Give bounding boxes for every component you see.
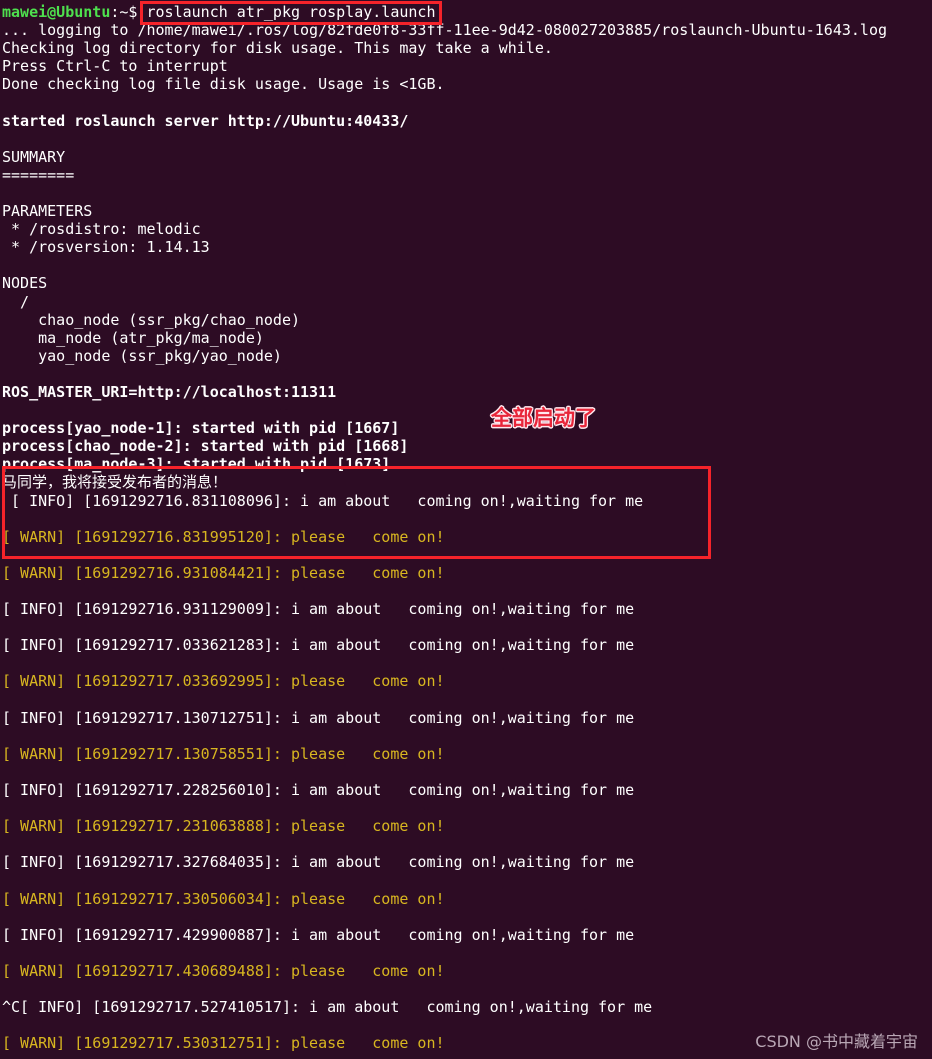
terminal-line-node-chao: chao_node (ssr_pkg/chao_node) xyxy=(2,310,301,329)
terminal-line-warn-7: [ WARN] [1691292717.430689488]: please c… xyxy=(2,961,445,980)
terminal-line-checking-log: Checking log directory for disk usage. T… xyxy=(2,39,553,58)
prompt-spacer xyxy=(137,3,146,21)
terminal-line-param-distro: * /rosdistro: melodic xyxy=(2,220,201,239)
terminal-line-info-6: [ INFO] [1691292717.327684035]: i am abo… xyxy=(2,853,635,872)
terminal-line-warn-4: [ WARN] [1691292717.130758551]: please c… xyxy=(2,744,445,763)
terminal-line-summary-rule: ======== xyxy=(2,165,75,184)
terminal-line-blank-6 xyxy=(0,401,932,419)
terminal-line-warn-5: [ WARN] [1691292717.231063888]: please c… xyxy=(2,817,445,836)
terminal-line-blank-4 xyxy=(0,256,932,274)
terminal-line-ros-master: ROS_MASTER_URI=http://localhost:11311 xyxy=(2,382,337,401)
terminal-line-cn-subscriber: 马同学，我将接受发布者的消息！ xyxy=(2,473,228,492)
terminal-line-blank-18 xyxy=(0,908,932,926)
terminal-line-info-2: [ INFO] [1691292716.931129009]: i am abo… xyxy=(2,600,635,619)
terminal-line-proc-ma: process[ma_node-3]: started with pid [16… xyxy=(2,455,391,474)
terminal-line-blank-14 xyxy=(0,763,932,781)
terminal-line-node-yao: yao_node (ssr_pkg/yao_node) xyxy=(2,346,282,365)
terminal-output: mawei@Ubuntu:~$ roslaunch atr_pkg rospla… xyxy=(0,0,932,1052)
terminal-line-info-8: ^C[ INFO] [1691292717.527410517]: i am a… xyxy=(2,998,653,1017)
terminal-line-press-ctrl-c: Press Ctrl-C to interrupt xyxy=(2,57,228,76)
terminal-line-blank-1 xyxy=(0,93,932,111)
terminal-line-blank-5 xyxy=(0,365,932,383)
csdn-watermark: CSDN @书中藏着宇宙 xyxy=(755,1031,918,1051)
terminal-line-blank-10 xyxy=(0,618,932,636)
terminal-window[interactable]: mawei@Ubuntu:~$ roslaunch atr_pkg rospla… xyxy=(0,0,932,1059)
terminal-line-done-checking: Done checking log file disk usage. Usage… xyxy=(2,75,445,94)
terminal-line-blank-19 xyxy=(0,944,932,962)
terminal-line-blank-8 xyxy=(0,546,932,564)
terminal-line-log-to: ... logging to /home/mawei/.ros/log/82fd… xyxy=(2,21,888,40)
terminal-line-warn-2: [ WARN] [1691292716.931084421]: please c… xyxy=(2,563,445,582)
terminal-line-blank-15 xyxy=(0,799,932,817)
terminal-line-summary: SUMMARY xyxy=(2,147,66,166)
terminal-line-param-version: * /rosversion: 1.14.13 xyxy=(2,238,210,257)
terminal-line-node-ma: ma_node (atr_pkg/ma_node) xyxy=(2,328,264,347)
terminal-line-proc-yao: process[yao_node-1]: started with pid [1… xyxy=(2,419,400,438)
terminal-line-blank-20 xyxy=(0,980,932,998)
terminal-line-started-server: started roslaunch server http://Ubuntu:4… xyxy=(2,111,409,130)
terminal-line-blank-2 xyxy=(0,130,932,148)
terminal-line-blank-17 xyxy=(0,872,932,890)
terminal-line-info-1: [ INFO] [1691292716.831108096]: i am abo… xyxy=(2,491,644,510)
terminal-line-blank-16 xyxy=(0,835,932,853)
terminal-line-blank-13 xyxy=(0,727,932,745)
prompt-path-sign: :~$ xyxy=(110,3,138,21)
terminal-line-proc-chao: process[chao_node-2]: started with pid [… xyxy=(2,437,409,456)
log-lines-container: ... logging to /home/mawei/.ros/log/82fd… xyxy=(0,21,932,1052)
terminal-line-info-7: [ INFO] [1691292717.429900887]: i am abo… xyxy=(2,925,635,944)
terminal-line-blank-7 xyxy=(0,510,932,528)
prompt-user-host: mawei@Ubuntu xyxy=(2,3,111,21)
terminal-line-warn-1: [ WARN] [1691292716.831995120]: please c… xyxy=(2,527,445,546)
terminal-line-blank-11 xyxy=(0,654,932,672)
terminal-line-blank-3 xyxy=(0,184,932,202)
terminal-line-warn-6: [ WARN] [1691292717.330506034]: please c… xyxy=(2,889,445,908)
terminal-line-warn-3: [ WARN] [1691292717.033692995]: please c… xyxy=(2,672,445,691)
started-annotation: 全部启动了 xyxy=(491,406,596,430)
terminal-line-nodes: NODES xyxy=(2,274,48,293)
terminal-line-info-5: [ INFO] [1691292717.228256010]: i am abo… xyxy=(2,781,635,800)
terminal-line-blank-12 xyxy=(0,691,932,709)
terminal-line-blank-9 xyxy=(0,582,932,600)
terminal-line-nodes-root: / xyxy=(2,292,30,311)
terminal-line-info-4: [ INFO] [1691292717.130712751]: i am abo… xyxy=(2,708,635,727)
terminal-line-info-3: [ INFO] [1691292717.033621283]: i am abo… xyxy=(2,636,635,655)
prompt-line: mawei@Ubuntu:~$ roslaunch atr_pkg rospla… xyxy=(0,3,932,21)
command-text: roslaunch atr_pkg rosplay.launch xyxy=(146,3,436,21)
terminal-line-parameters: PARAMETERS xyxy=(2,202,93,221)
